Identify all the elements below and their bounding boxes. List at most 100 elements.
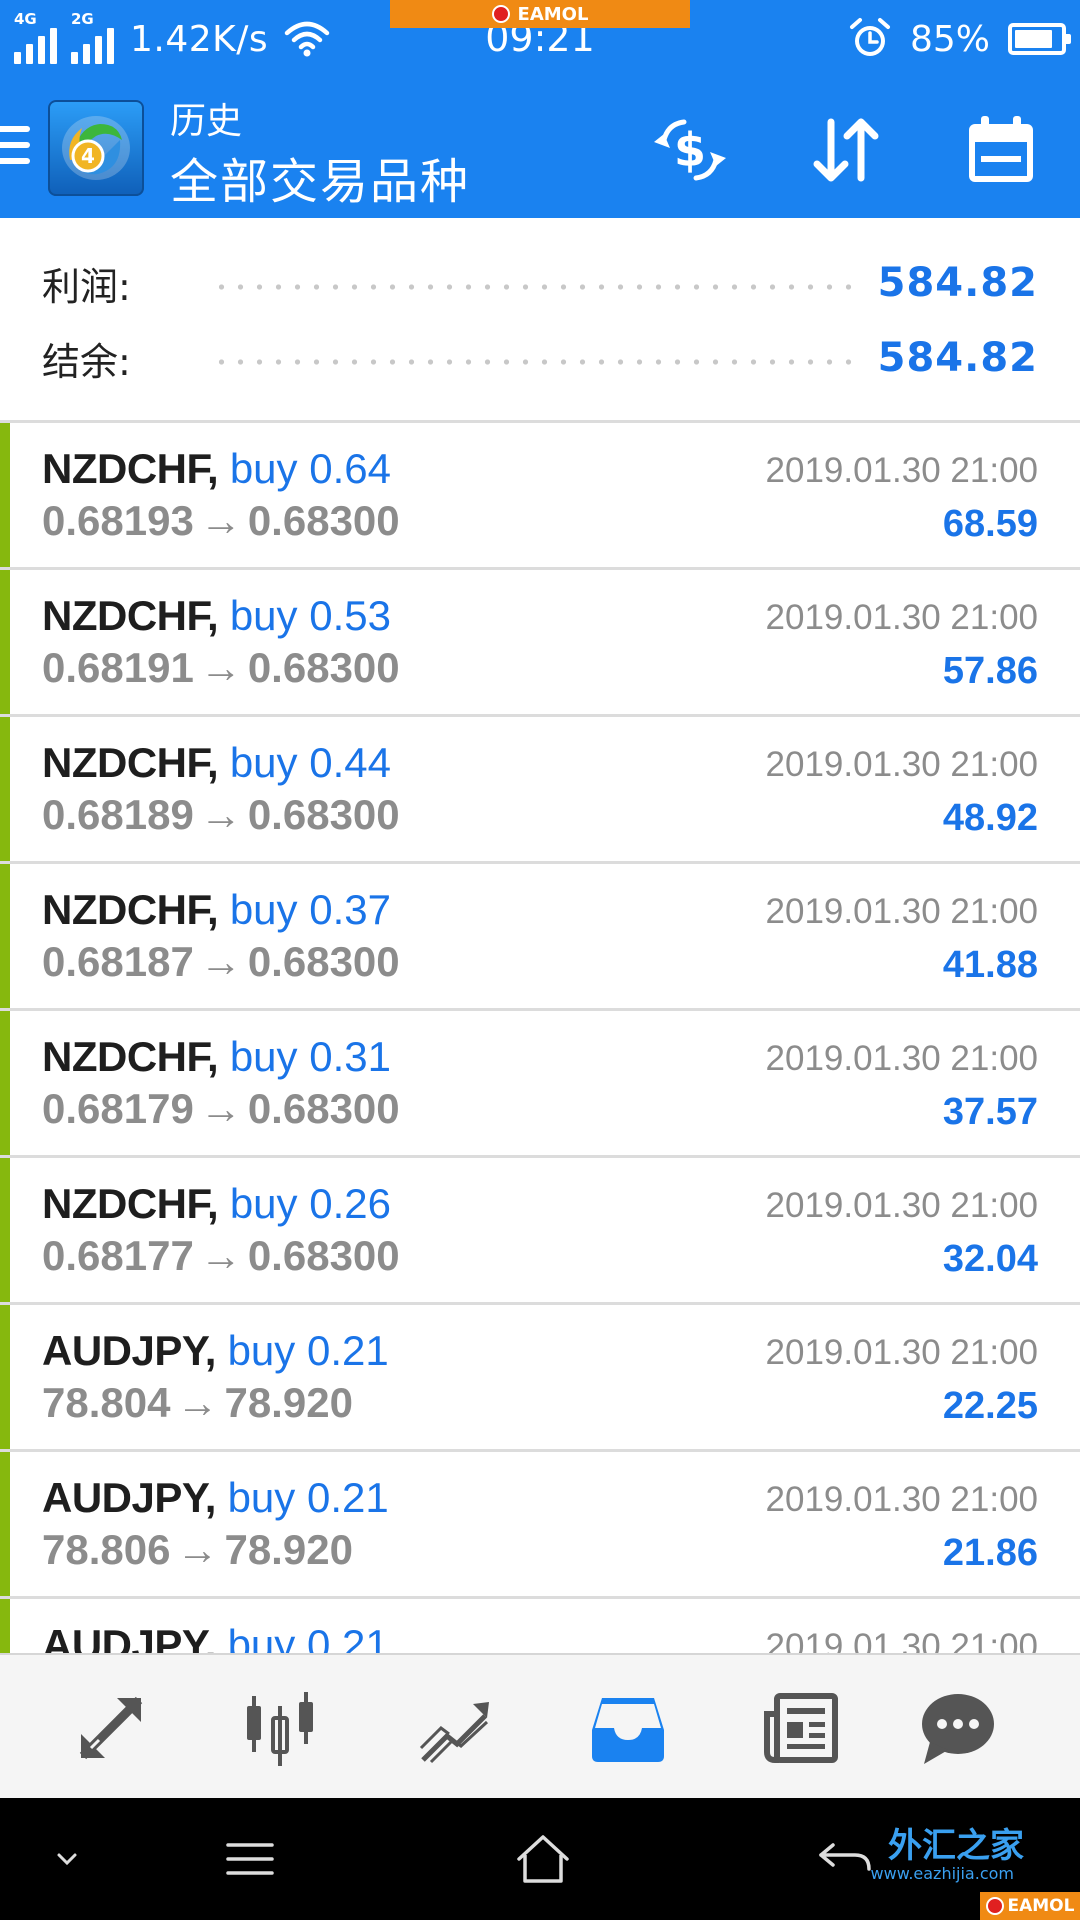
recents-menu-icon <box>226 1843 274 1875</box>
nav-news[interactable] <box>726 1655 876 1800</box>
deal-profit: 57.86 <box>942 650 1038 692</box>
deal-prices: 78.806 → 78.920 <box>42 1526 353 1574</box>
deal-row[interactable]: NZDCHF, buy 0.53 0.68191 → 0.68300 2019.01.3… <box>0 570 1080 717</box>
system-navigation-bar: 外汇之家 www.eazhijia.com EAMOL <box>0 1798 1080 1920</box>
deal-profit: 48.92 <box>942 797 1038 839</box>
menu-icon[interactable] <box>0 126 30 170</box>
eamol-logo-icon <box>985 1897 1004 1915</box>
deal-side-volume: buy 0.21 <box>227 1474 389 1521</box>
close-price: 0.68300 <box>247 1085 400 1132</box>
watermark-text: 外汇之家 <box>888 1826 1024 1866</box>
deal-prices: 0.68177 → 0.68300 <box>42 1232 400 1280</box>
deal-time: 2019.01.30 21:00 <box>765 451 1038 490</box>
deal-symbol: NZDCHF, <box>42 739 219 786</box>
back-button[interactable] <box>800 1824 890 1894</box>
deal-symbol-line: NZDCHF, buy 0.64 <box>42 445 391 493</box>
toolbar-title[interactable]: 全部交易品种 <box>170 142 470 212</box>
deals-list[interactable]: NZDCHF, buy 0.64 0.68193 → 0.68300 2019.01.3… <box>0 423 1080 1653</box>
deal-time: 2019.01.30 21:00 <box>765 598 1038 637</box>
deal-symbol: NZDCHF, <box>42 1180 219 1227</box>
deal-symbol: NZDCHF, <box>42 445 219 492</box>
deal-symbol-line: AUDJPY, buy 0.21 <box>42 1327 389 1375</box>
dotted-leader <box>212 358 854 366</box>
deal-time: 2019.01.30 21:00 <box>765 745 1038 784</box>
status-right: 85% <box>848 14 1071 64</box>
alarm-clock-icon <box>849 18 890 56</box>
deal-side-volume: buy 0.64 <box>229 445 391 492</box>
deal-symbol-line: NZDCHF, buy 0.37 <box>42 886 391 934</box>
calendar-button[interactable] <box>956 108 1046 192</box>
deal-profit: 37.57 <box>942 1091 1038 1133</box>
collapse-chevron-icon <box>57 1853 77 1866</box>
deal-row[interactable]: AUDJPY, buy 0.21 78.804 → 78.920 2019.01.30 … <box>0 1305 1080 1452</box>
nav-quotes-chart[interactable] <box>206 1655 356 1800</box>
sort-icon <box>813 118 879 182</box>
buy-indicator-stripe <box>0 1011 10 1155</box>
deal-row[interactable]: NZDCHF, buy 0.64 0.68193 → 0.68300 2019.01.3… <box>0 423 1080 570</box>
nav-trade[interactable] <box>36 1655 186 1800</box>
deal-row[interactable]: NZDCHF, buy 0.26 0.68177 → 0.68300 2019.01.3… <box>0 1158 1080 1305</box>
arrow-right-icon: → <box>176 1379 219 1426</box>
open-price: 0.68193 <box>42 497 194 544</box>
deal-symbol: AUDJPY, <box>42 1621 216 1653</box>
trade-icon <box>79 1696 143 1759</box>
close-price: 0.68300 <box>247 791 400 838</box>
profit-row: 利润: 584.82 <box>42 253 1038 313</box>
battery-percent: 85% <box>909 18 990 60</box>
eamol-overlay-top: EAMOL <box>390 0 690 28</box>
toolbar-subtitle: 历史 <box>170 101 243 142</box>
arrow-right-icon: → <box>199 644 242 691</box>
arrow-right-icon: → <box>199 497 242 544</box>
arrow-right-icon: → <box>199 791 242 838</box>
deal-time: 2019.01.30 21:00 <box>765 1186 1038 1225</box>
buy-indicator-stripe <box>0 570 10 714</box>
deal-row[interactable]: NZDCHF, buy 0.37 0.68187 → 0.68300 2019.01.3… <box>0 864 1080 1011</box>
deal-side-volume: buy 0.21 <box>227 1327 389 1374</box>
eamol-logo-icon <box>491 5 510 23</box>
open-price: 0.68179 <box>42 1085 194 1132</box>
buy-indicator-stripe <box>0 864 10 1008</box>
deal-prices: 0.68191 → 0.68300 <box>42 644 400 692</box>
deal-time: 2019.01.30 21:00 <box>765 1480 1038 1519</box>
close-price: 0.68300 <box>247 497 400 544</box>
deal-symbol-line: NZDCHF, buy 0.53 <box>42 592 391 640</box>
metatrader-logo[interactable]: 4 <box>48 100 144 196</box>
svg-text:$: $ <box>674 123 706 177</box>
close-price: 78.920 <box>224 1379 353 1426</box>
deal-symbol-line: AUDJPY, buy 0.21 <box>42 1621 389 1653</box>
collapse-button[interactable] <box>22 1824 112 1894</box>
deal-time: 2019.01.30 21:00 <box>765 1627 1038 1653</box>
deal-side-volume: buy 0.37 <box>229 886 391 933</box>
open-price: 0.68191 <box>42 644 194 691</box>
deal-row[interactable]: AUDJPY, buy 0.21 2019.01.30 21:00 <box>0 1599 1080 1653</box>
back-icon <box>819 1843 871 1871</box>
deal-time: 2019.01.30 21:00 <box>765 1039 1038 1078</box>
close-price: 0.68300 <box>247 938 400 985</box>
buy-indicator-stripe <box>0 423 10 567</box>
deal-profit: 68.59 <box>942 503 1038 545</box>
calendar-icon <box>969 116 1033 182</box>
deal-profit: 41.88 <box>942 944 1038 986</box>
nav-history[interactable] <box>553 1655 703 1800</box>
open-price: 0.68189 <box>42 791 194 838</box>
deal-profit: 22.25 <box>942 1385 1038 1427</box>
app-toolbar: 4 历史 全部交易品种 $ <box>0 78 1080 218</box>
arrow-right-icon: → <box>199 1232 242 1279</box>
home-button[interactable] <box>498 1824 588 1894</box>
recents-button[interactable] <box>205 1824 295 1894</box>
deal-row[interactable]: NZDCHF, buy 0.44 0.68189 → 0.68300 2019.01.3… <box>0 717 1080 864</box>
deal-symbol-line: NZDCHF, buy 0.44 <box>42 739 391 787</box>
eamol-label: EAMOL <box>1007 1896 1075 1916</box>
currency-exchange-button[interactable]: $ <box>645 108 735 192</box>
deal-row[interactable]: NZDCHF, buy 0.31 0.68179 → 0.68300 2019.01.3… <box>0 1011 1080 1158</box>
deal-row[interactable]: AUDJPY, buy 0.21 78.806 → 78.920 2019.01.30 … <box>0 1452 1080 1599</box>
nav-trends[interactable] <box>380 1655 530 1800</box>
close-price: 0.68300 <box>247 1232 400 1279</box>
nav-chat[interactable] <box>883 1655 1033 1800</box>
deal-symbol-line: NZDCHF, buy 0.31 <box>42 1033 391 1081</box>
deal-profit: 32.04 <box>942 1238 1038 1280</box>
arrow-right-icon: → <box>176 1526 219 1573</box>
deal-prices: 78.804 → 78.920 <box>42 1379 353 1427</box>
sort-button[interactable] <box>800 108 890 192</box>
svg-text:4: 4 <box>81 144 95 168</box>
